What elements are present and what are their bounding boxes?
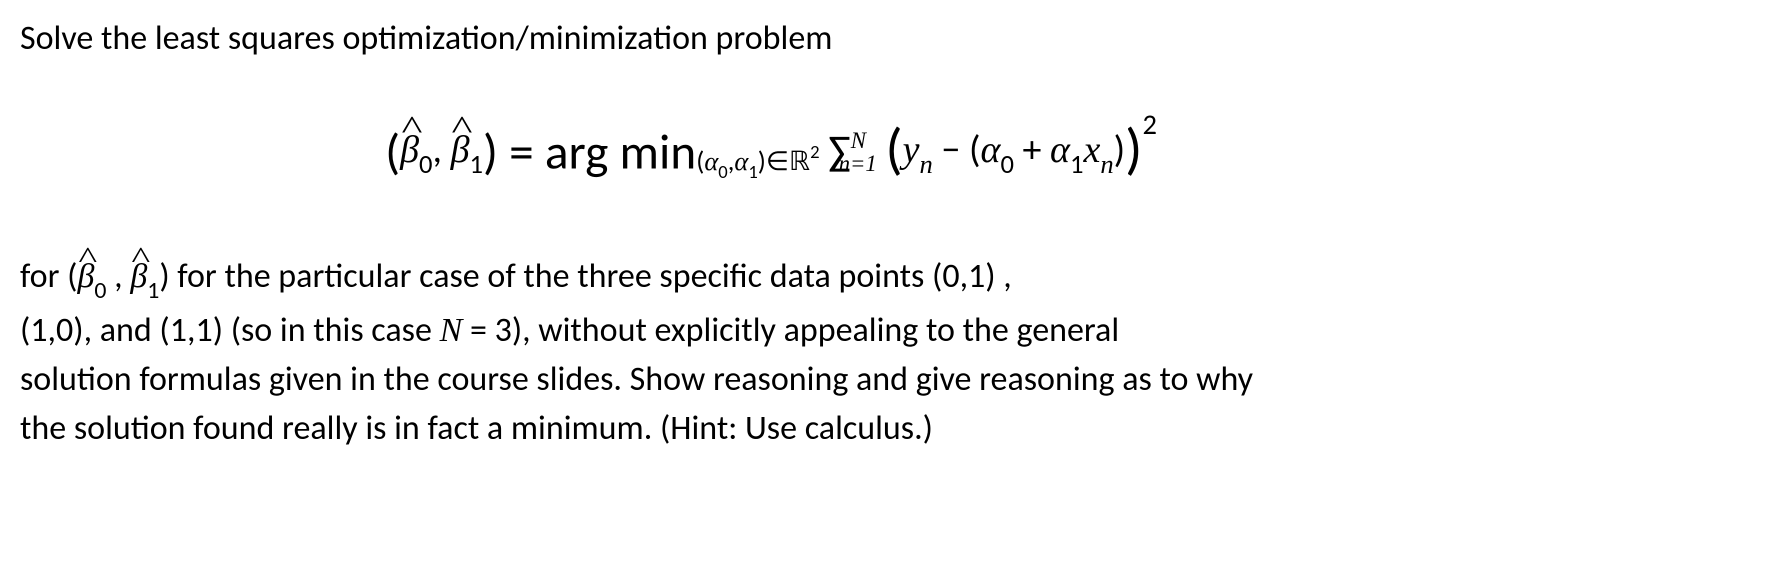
squared: 2 [1142, 107, 1156, 142]
beta0-sub: 0 [419, 149, 432, 181]
a0-sub: 0 [1000, 149, 1013, 181]
a1-sub: 1 [1070, 149, 1083, 181]
beta0-hat: β [400, 124, 419, 177]
N-var: N [440, 312, 463, 349]
para-line1: for (β0 , β1) for the particular case of… [20, 252, 1762, 305]
para-line3: solution formulas given in the course sl… [20, 355, 1762, 404]
beta1-sub: 1 [470, 149, 483, 181]
argmin-subscript: (α0,α1)∈ℝ2 [696, 146, 819, 178]
problem-statement-line1: Solve the least squares optimization/min… [20, 15, 1762, 63]
para-line2: (1,0), and (1,1) (so in this case N = 3)… [20, 306, 1762, 355]
problem-paragraph: for (β0 , β1) for the particular case of… [20, 252, 1762, 453]
xn: x [1083, 129, 1100, 171]
line1-text: Solve the least squares optimization/min… [20, 18, 832, 59]
lhs-close-argmin: ) = arg min [483, 122, 696, 182]
p1-beta0-hat: β [77, 252, 94, 301]
p1-beta1-hat: β [130, 252, 147, 301]
xn-sub: n [1100, 149, 1113, 179]
inner-close: ) [1114, 127, 1126, 173]
yn-sub: n [920, 149, 933, 179]
sum-upper: N [851, 128, 866, 153]
sum-lower: n=1 [839, 151, 877, 176]
a0: α [980, 129, 1000, 171]
term-close: ) [1125, 115, 1142, 184]
para-line4: the solution found really is in fact a m… [20, 404, 1762, 453]
lhs-paren-open: ( [385, 122, 400, 182]
a1: α [1050, 129, 1070, 171]
term-open: ( [885, 115, 902, 184]
minus: − ( [933, 127, 981, 173]
beta1-hat: β [451, 124, 470, 177]
equation: (β0, β1) = arg min(α0,α1)∈ℝ2 ∑Nn=1 (yn −… [20, 113, 1762, 193]
plus: + [1014, 127, 1050, 173]
comma1: , [432, 127, 450, 173]
yn: y [903, 129, 920, 171]
